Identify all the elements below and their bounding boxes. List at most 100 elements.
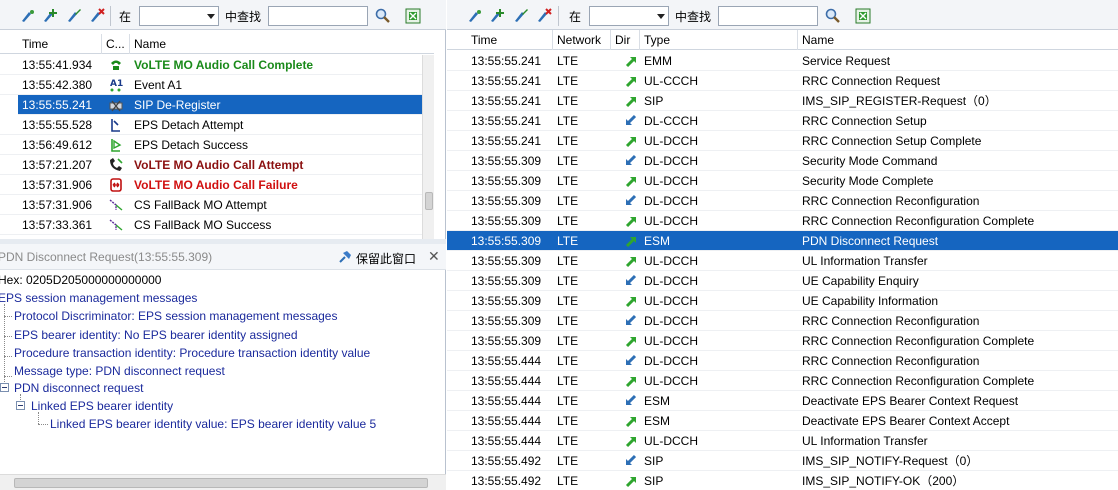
message-row[interactable]: 13:55:55.444 LTE DL-DCCH RRC Connection Rec… (447, 351, 1118, 371)
message-row[interactable]: 13:55:55.309 LTE UL-DCCH RRC Connection Rec… (447, 331, 1118, 351)
add-filter-icon[interactable] (489, 8, 505, 24)
remove-filter-icon[interactable] (536, 8, 552, 24)
hex-line: Hex: 0205D205000000000000 (0, 273, 162, 287)
downlink-arrow-icon (619, 451, 639, 471)
close-icon[interactable]: ✕ (428, 248, 440, 265)
events-scrollbar[interactable] (422, 55, 434, 239)
message-time: 13:55:55.309 (471, 274, 542, 288)
tree-guide (4, 316, 12, 317)
events-scrollbar-thumb[interactable] (425, 192, 433, 210)
message-name: RRC Connection Reconfiguration (802, 354, 980, 368)
pin-icon[interactable] (337, 249, 353, 265)
column-header-dir[interactable]: Dir (611, 30, 640, 50)
filter-messages-icon[interactable] (467, 8, 483, 24)
message-name: RRC Connection Reconfiguration (802, 314, 980, 328)
event-name: EPS Detach Attempt (134, 118, 244, 132)
column-header-name[interactable]: Name (798, 30, 1118, 50)
message-row[interactable]: 13:55:55.241 LTE EMM Service Request (447, 51, 1118, 71)
message-time: 13:55:55.309 (471, 174, 542, 188)
tree-node-procedure-transaction-identity[interactable]: Procedure transaction identity: Procedur… (14, 346, 370, 360)
message-row[interactable]: 13:55:55.444 LTE ESM Deactivate EPS Bearer … (447, 391, 1118, 411)
column-header-category[interactable]: C... (102, 34, 130, 54)
message-type: UL-DCCH (644, 254, 698, 268)
message-network: LTE (557, 174, 579, 188)
event-row[interactable]: 13:55:55.528 EPS Detach Attempt (0, 115, 422, 135)
message-row[interactable]: 13:55:55.241 LTE SIP IMS_SIP_REGISTER-Reque… (447, 91, 1118, 111)
event-row[interactable]: 13:55:41.934 VoLTE MO Audio Call Complete (0, 55, 422, 75)
column-header-type[interactable]: Type (640, 30, 798, 50)
message-row[interactable]: 13:55:55.309 LTE ESM PDN Disconnect Request (447, 231, 1118, 251)
message-row[interactable]: 13:55:55.492 LTE SIP IMS_SIP_NOTIFY-Request… (447, 451, 1118, 471)
message-row[interactable]: 13:55:55.444 LTE ESM Deactivate EPS Bearer … (447, 411, 1118, 431)
message-row[interactable]: 13:55:55.492 LTE SIP IMS_SIP_NOTIFY-OK（200） (447, 471, 1118, 490)
edit-filter-icon[interactable] (513, 8, 529, 24)
message-name: Deactivate EPS Bearer Context Request (802, 394, 1019, 408)
message-row[interactable]: 13:55:55.309 LTE DL-DCCH Security Mode Comm… (447, 151, 1118, 171)
events-grid-header: Time C... Name (0, 34, 434, 54)
search-icon[interactable] (374, 7, 392, 25)
message-row[interactable]: 13:55:55.309 LTE DL-DCCH RRC Connection Rec… (447, 191, 1118, 211)
message-row[interactable]: 13:55:55.309 LTE UL-DCCH UE Capability Info… (447, 291, 1118, 311)
message-row[interactable]: 13:55:55.241 LTE DL-CCCH RRC Connection Set… (447, 111, 1118, 131)
tree-guide (38, 424, 48, 425)
message-time: 13:55:55.492 (471, 474, 542, 488)
event-row[interactable]: 13:55:42.380 A1 Event A1 (0, 75, 422, 95)
message-type: ESM (644, 414, 671, 428)
message-row[interactable]: 13:55:55.444 LTE UL-DCCH RRC Connection Rec… (447, 371, 1118, 391)
tree-node-esm-messages[interactable]: EPS session management messages (0, 291, 197, 305)
message-type: DL-CCCH (644, 114, 698, 128)
tree-guide (4, 356, 12, 357)
keep-window-button[interactable]: 保留此窗口 (356, 250, 416, 267)
search-input[interactable] (268, 6, 368, 26)
filter-events-icon[interactable] (20, 8, 36, 24)
message-row[interactable]: 13:55:55.309 LTE UL-DCCH UL Information Tra… (447, 251, 1118, 271)
search-input[interactable] (718, 6, 818, 26)
detail-horizontal-scrollbar-thumb[interactable] (14, 478, 428, 488)
message-row[interactable]: 13:55:55.309 LTE DL-DCCH RRC Connection Rec… (447, 311, 1118, 331)
column-header-network[interactable]: Network (553, 30, 611, 50)
tree-node-linked-eps-bearer-identity-value[interactable]: Linked EPS bearer identity value: EPS be… (50, 417, 376, 431)
event-name: CS FallBack MO Success (134, 218, 272, 232)
detail-horizontal-scrollbar[interactable] (0, 474, 446, 490)
event-row[interactable]: 13:57:31.906 VoLTE MO Audio Call Failure (0, 175, 422, 195)
remove-filter-icon[interactable] (89, 8, 105, 24)
cs-fallback-icon (104, 215, 126, 235)
message-row[interactable]: 13:55:55.309 LTE DL-DCCH UE Capability Enqu… (447, 271, 1118, 291)
edit-filter-icon[interactable] (66, 8, 82, 24)
search-icon[interactable] (824, 7, 842, 25)
tree-collapse-toggle[interactable] (0, 383, 9, 392)
in-label: 在 (119, 10, 132, 24)
message-row[interactable]: 13:55:55.241 LTE UL-DCCH RRC Connection Set… (447, 131, 1118, 151)
tree-collapse-toggle[interactable] (16, 401, 25, 410)
message-row[interactable]: 13:55:55.241 LTE UL-CCCH RRC Connection Req… (447, 71, 1118, 91)
event-row[interactable]: 13:55:55.241 SIP De-Register (18, 95, 422, 115)
column-header-time[interactable]: Time (18, 34, 102, 54)
event-name: VoLTE MO Audio Call Attempt (134, 158, 304, 172)
tree-node-linked-eps-bearer-identity[interactable]: Linked EPS bearer identity (31, 399, 173, 413)
message-name: Deactivate EPS Bearer Context Accept (802, 414, 1010, 428)
tree-node-eps-bearer-identity[interactable]: EPS bearer identity: No EPS bearer ident… (14, 328, 298, 342)
event-row[interactable]: 13:56:49.612 EPS Detach Success (0, 135, 422, 155)
tree-node-message-type[interactable]: Message type: PDN disconnect request (14, 364, 225, 378)
message-row[interactable]: 13:55:55.444 LTE UL-DCCH UL Information Tra… (447, 431, 1118, 451)
search-scope-combo[interactable] (139, 6, 219, 26)
message-name: RRC Connection Reconfiguration Complete (802, 374, 1035, 388)
tree-node-protocol-discriminator[interactable]: Protocol Discriminator: EPS session mana… (14, 309, 337, 323)
excel-export-icon[interactable] (404, 7, 422, 25)
excel-export-icon[interactable] (854, 7, 872, 25)
column-header-name[interactable]: Name (130, 34, 434, 54)
message-name: Security Mode Complete (802, 174, 934, 188)
column-header-time[interactable]: Time (467, 30, 553, 50)
event-row[interactable]: 13:57:31.906 CS FallBack MO Attempt (0, 195, 422, 215)
message-row[interactable]: 13:55:55.309 LTE UL-DCCH Security Mode Comp… (447, 171, 1118, 191)
event-row[interactable]: 13:57:33.361 CS FallBack MO Success (0, 215, 422, 235)
search-scope-combo[interactable] (589, 6, 669, 26)
message-row[interactable]: 13:55:55.309 LTE UL-DCCH RRC Connection Rec… (447, 211, 1118, 231)
toolbar-separator (558, 6, 559, 26)
message-network: LTE (557, 114, 579, 128)
messages-grid: 13:55:55.241 LTE EMM Service Request 13:55:5… (447, 51, 1118, 490)
uplink-arrow-icon (619, 331, 639, 351)
tree-node-pdn-disconnect-request[interactable]: PDN disconnect request (14, 381, 143, 395)
event-row[interactable]: 13:57:21.207 VoLTE MO Audio Call Attempt (0, 155, 422, 175)
add-filter-icon[interactable] (42, 8, 58, 24)
